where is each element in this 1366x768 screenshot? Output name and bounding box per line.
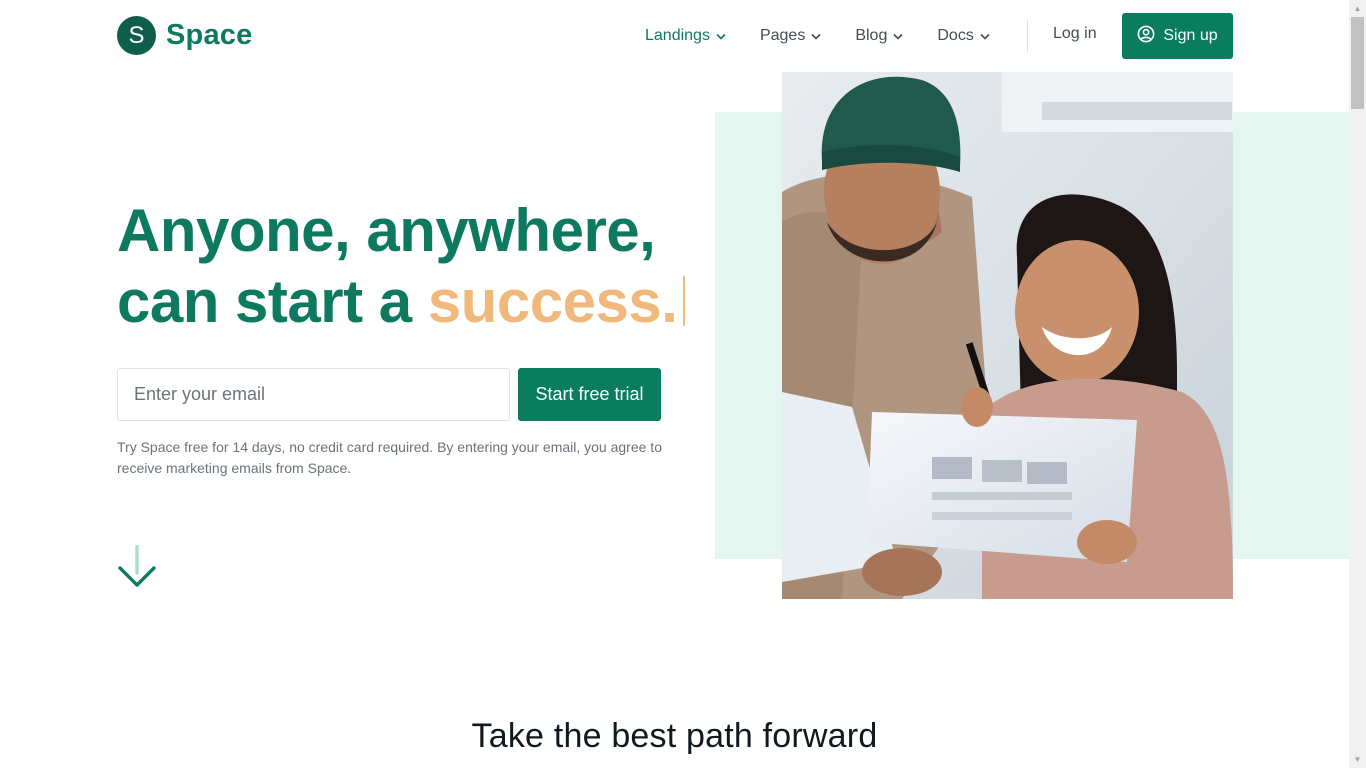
brand-name: Space [166,19,253,51]
email-input[interactable] [117,368,510,421]
chevron-down-icon [811,31,821,43]
nav-item-label: Docs [937,27,974,44]
nav-item-label: Blog [855,27,888,44]
login-link[interactable]: Log in [1053,25,1097,43]
nav-item-docs[interactable]: Docs [937,27,990,45]
start-free-trial-button[interactable]: Start free trial [518,368,661,421]
main-nav: Landings Pages Blog Docs [645,13,1024,59]
arrow-down-icon[interactable] [117,544,157,591]
brand-logo-link[interactable]: S Space [117,16,252,55]
nav-item-landings[interactable]: Landings [645,27,726,45]
sign-up-button[interactable]: Sign up [1122,13,1233,59]
chevron-down-icon [716,31,726,43]
nav-item-label: Pages [759,27,806,44]
nav-divider [1027,20,1028,52]
chevron-down-icon [980,31,990,43]
scroll-up-icon[interactable]: ▲ [1349,0,1366,17]
hero-title-accent: success. [427,268,678,335]
nav-item-pages[interactable]: Pages [760,27,821,45]
landing-page: S Space Landings Pages Blog Docs Log in … [0,0,1366,768]
nav-item-label: Landings [645,27,710,44]
scroll-down-icon[interactable]: ▼ [1349,751,1366,768]
hero-title-line2: can start a [117,268,428,335]
hero-title: Anyone, anywhere, can start a success. [117,195,686,337]
nav-item-blog[interactable]: Blog [855,27,903,45]
chevron-down-icon [893,31,903,43]
hero-title-line1: Anyone, anywhere, [117,197,656,264]
typing-caret [683,276,686,326]
scrollbar-thumb[interactable] [1351,17,1364,109]
logo-mark: S [117,16,156,55]
page-scrollbar[interactable]: ▲ ▼ [1349,0,1366,768]
signup-disclaimer: Try Space free for 14 days, no credit ca… [117,439,662,476]
section-title: Take the best path forward [471,717,878,755]
hero-photo [782,72,1233,599]
user-circle-icon [1137,25,1155,48]
sign-up-label: Sign up [1163,27,1218,44]
